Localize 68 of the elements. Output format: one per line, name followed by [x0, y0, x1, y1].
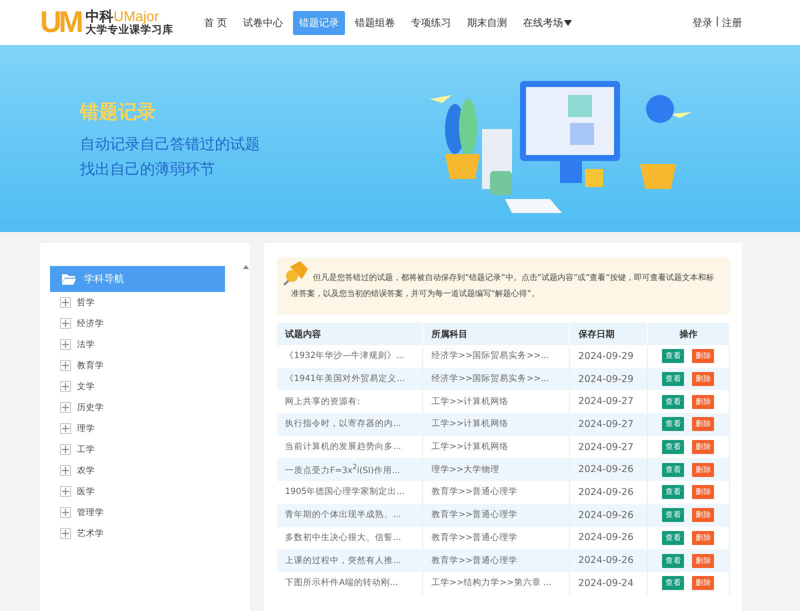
table-cell: 教育学>>普通心理学: [422, 504, 570, 526]
brand-name-latin: UMajor: [114, 8, 159, 24]
banner-slogan: 自动记录自己答错过的试题: [80, 134, 260, 154]
banner-title: 错题记录: [80, 100, 157, 124]
column-header: 所属科目: [422, 323, 570, 345]
expand-toggle[interactable]: [60, 339, 71, 350]
brand-name: 中科: [86, 10, 114, 25]
column-header: 试题内容: [277, 323, 423, 345]
expand-toggle[interactable]: [60, 444, 71, 455]
expand-toggle[interactable]: [60, 402, 71, 413]
expand-toggle[interactable]: [60, 507, 71, 518]
question-link[interactable]: 青年期的个体出现半成熟、...: [277, 504, 423, 526]
sidebar-title: 学科导航: [84, 272, 124, 286]
question-link[interactable]: 执行指令时，以寄存器的内...: [277, 413, 423, 436]
expand-toggle[interactable]: [60, 381, 71, 392]
table-cell: 2024-09-24: [570, 572, 648, 595]
table-cell: 2024-09-29: [570, 368, 648, 390]
subject-tree-item[interactable]: 经济学: [77, 318, 104, 330]
table-cell: 2024-09-27: [570, 413, 648, 436]
scroll-up-icon[interactable]: [243, 265, 249, 269]
expand-toggle[interactable]: [60, 423, 71, 434]
table-cell: 工学>>结构力学>>第六章 ...: [422, 572, 570, 595]
subject-tree-item[interactable]: 艺术学: [77, 528, 104, 540]
nav-tab[interactable]: 在线考场: [517, 10, 578, 34]
table-cell: 教育学>>普通心理学: [422, 549, 570, 572]
expand-toggle[interactable]: [60, 360, 71, 371]
table-cell: 2024-09-26: [570, 458, 648, 482]
caret-icon: [564, 20, 572, 26]
nav-tab[interactable]: 错题组卷: [349, 10, 402, 34]
nav-tab[interactable]: 错题记录: [293, 10, 346, 34]
expand-toggle[interactable]: [60, 528, 71, 539]
column-header: 保存日期: [570, 323, 648, 345]
separator-text: |: [716, 16, 719, 28]
table-cell: 经济学>>国际贸易实务>>...: [422, 368, 570, 390]
subject-tree-item[interactable]: 工学: [77, 444, 95, 456]
subject-tree-item[interactable]: 农学: [77, 464, 95, 476]
nav-tab[interactable]: 期末自测: [461, 10, 514, 34]
subject-tree-item[interactable]: 教育学: [77, 360, 104, 372]
expand-toggle[interactable]: [60, 297, 71, 308]
table-cell: 理学>>大学物理: [422, 458, 570, 482]
question-link[interactable]: 上课的过程中，突然有人推...: [277, 549, 423, 572]
login-link[interactable]: 登录: [692, 16, 713, 30]
register-link[interactable]: 注册: [722, 16, 742, 30]
question-link[interactable]: 《1941年美国对外贸易定义...: [277, 368, 423, 390]
expand-toggle[interactable]: [60, 465, 71, 476]
question-link[interactable]: 一质点受力F=3x$^{2}$i(SI)作用...: [277, 458, 423, 482]
notice-text: 但凡是您答错过的试题，都将被自动保存到“错题记录”中。点击”试题内容”或”查看”按键，即可查看试题文本和标准答案，以及您当初的错误答案，并可为每一道试题编写“解题心得”。: [291, 272, 715, 300]
logo-subtitle: 大学专业课学习库: [86, 24, 174, 36]
subject-tree-item[interactable]: 法学: [77, 338, 95, 350]
table-cell: 2024-09-26: [570, 549, 648, 572]
nav-tab[interactable]: 首 页: [198, 10, 234, 34]
logo-mark: UM: [40, 6, 81, 40]
nav-tab[interactable]: 专项练习: [405, 10, 458, 34]
subject-tree-item[interactable]: 文学: [77, 380, 95, 392]
table-cell: 2024-09-26: [570, 504, 648, 526]
subject-tree-item[interactable]: 管理学: [77, 506, 104, 518]
subject-tree-item[interactable]: 医学: [77, 486, 95, 498]
expand-toggle[interactable]: [60, 318, 71, 329]
subject-tree-item[interactable]: 历史学: [77, 402, 104, 414]
table-cell: 工学>>计算机网络: [422, 413, 570, 436]
folder-icon: [62, 273, 76, 285]
question-link[interactable]: 下图所示杆件A端的转动刚...: [277, 572, 423, 595]
subject-tree-item[interactable]: 哲学: [77, 296, 95, 308]
banner-slogan: 找出自己的薄弱环节: [80, 160, 216, 178]
nav-tab[interactable]: 试卷中心: [237, 10, 290, 34]
subject-tree-item[interactable]: 理学: [77, 422, 95, 434]
expand-toggle[interactable]: [60, 486, 71, 497]
column-header: 操作: [647, 323, 730, 345]
